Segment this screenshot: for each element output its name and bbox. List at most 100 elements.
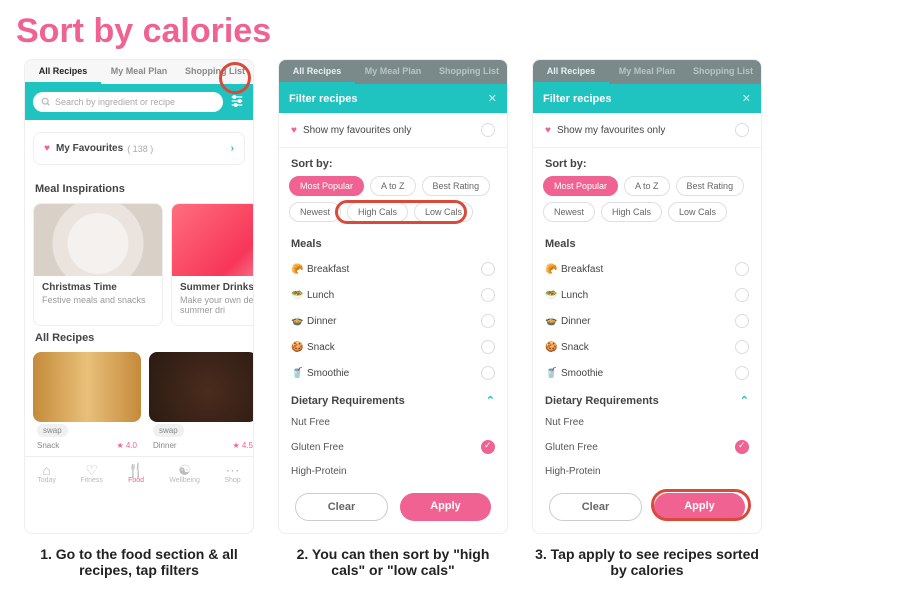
clear-button[interactable]: Clear <box>295 493 388 521</box>
nav-food[interactable]: 🍴Food <box>127 463 144 484</box>
meal-dinner[interactable]: 🍲Dinner <box>533 308 761 334</box>
chevron-right-icon: › <box>231 143 234 154</box>
meal-lunch[interactable]: 🥗Lunch <box>533 282 761 308</box>
meal-toggle[interactable] <box>481 366 495 380</box>
chip-newest[interactable]: Newest <box>543 202 595 222</box>
swap-badge[interactable]: swap <box>153 424 184 437</box>
show-favourites-only-row[interactable]: ♥ Show my favourites only <box>279 113 507 148</box>
meal-smoothie[interactable]: 🥤Smoothie <box>279 360 507 386</box>
card-subtitle: Make your own deli healthy summer dri <box>180 295 253 315</box>
chip-low-cals[interactable]: Low Cals <box>414 202 473 222</box>
recipe-rating: ★ 4.0 <box>116 441 137 450</box>
show-favourites-only-row[interactable]: ♥ Show my favourites only <box>533 113 761 148</box>
filter-footer: Clear Apply <box>533 483 761 533</box>
meal-toggle[interactable] <box>735 314 749 328</box>
diet-label: Nut Free <box>291 417 330 428</box>
meal-toggle[interactable] <box>481 288 495 302</box>
smoothie-icon: 🥤 <box>545 368 561 379</box>
snack-icon: 🍪 <box>545 342 561 353</box>
meal-toggle[interactable] <box>735 262 749 276</box>
fav-only-toggle[interactable] <box>735 123 749 137</box>
meal-breakfast[interactable]: 🥐Breakfast <box>279 256 507 282</box>
chip-a-to-z[interactable]: A to Z <box>370 176 416 196</box>
recipe-label: Snack <box>37 441 59 450</box>
fav-only-toggle[interactable] <box>481 123 495 137</box>
tab-shopping-list: Shopping List <box>685 60 761 84</box>
diet-gluten-free[interactable]: Gluten Free <box>533 434 761 460</box>
meal-toggle[interactable] <box>735 366 749 380</box>
chip-newest[interactable]: Newest <box>289 202 341 222</box>
meal-snack[interactable]: 🍪Snack <box>279 334 507 360</box>
meal-dinner[interactable]: 🍲Dinner <box>279 308 507 334</box>
chip-most-popular[interactable]: Most Popular <box>543 176 618 196</box>
sort-by-label: Sort by: <box>533 148 761 176</box>
dietary-header[interactable]: Dietary Requirements⌃ <box>533 386 761 411</box>
tab-meal-plan[interactable]: My Meal Plan <box>101 60 177 84</box>
nav-label: Wellbeing <box>169 477 200 484</box>
filters-button[interactable] <box>229 93 245 112</box>
tab-shopping-list: Shopping List <box>431 60 507 84</box>
nav-shop[interactable]: ⋯Shop <box>224 463 240 484</box>
meal-lunch[interactable]: 🥗Lunch <box>279 282 507 308</box>
diet-nut-free[interactable]: Nut Free <box>279 411 507 434</box>
diet-high-protein[interactable]: High-Protein <box>533 460 761 483</box>
nav-fitness[interactable]: ♡Fitness <box>80 463 103 484</box>
inspiration-card[interactable]: Summer Drinks Make your own deli healthy… <box>171 203 253 326</box>
apply-button[interactable]: Apply <box>400 493 491 521</box>
chip-a-to-z[interactable]: A to Z <box>624 176 670 196</box>
meal-toggle[interactable] <box>481 262 495 276</box>
recipe-image[interactable] <box>149 352 253 422</box>
meal-toggle[interactable] <box>735 288 749 302</box>
diet-gluten-free[interactable]: Gluten Free <box>279 434 507 460</box>
search-bar: Search by ingredient or recipe <box>25 84 253 120</box>
tab-shopping-list[interactable]: Shopping List <box>177 60 253 84</box>
inspiration-card[interactable]: Christmas Time Festive meals and snacks <box>33 203 163 326</box>
nav-today[interactable]: ⌂Today <box>37 463 56 484</box>
chip-most-popular[interactable]: Most Popular <box>289 176 364 196</box>
heart-icon: ♥ <box>44 143 50 154</box>
nav-wellbeing[interactable]: ☯Wellbeing <box>169 463 200 484</box>
tab-meal-plan: My Meal Plan <box>609 60 685 84</box>
dietary-label: Dietary Requirements <box>545 395 659 407</box>
filter-modal-header: Filter recipes ✕ <box>279 84 507 113</box>
recipe-image[interactable] <box>33 352 141 422</box>
my-favourites-row[interactable]: ♥ My Favourites ( 138 ) › <box>33 132 245 165</box>
chip-best-rating[interactable]: Best Rating <box>676 176 745 196</box>
close-icon[interactable]: ✕ <box>488 92 497 105</box>
diet-label: Gluten Free <box>545 442 598 453</box>
caption-3: 3. Tap apply to see recipes sorted by ca… <box>532 546 762 578</box>
meal-label: Smoothie <box>307 368 349 379</box>
diet-toggle[interactable] <box>481 440 495 454</box>
all-recipes-heading: All Recipes <box>25 326 253 352</box>
chevron-up-icon: ⌃ <box>486 394 495 407</box>
meal-toggle[interactable] <box>735 340 749 354</box>
caption-2: 2. You can then sort by "high cals" or "… <box>278 546 508 578</box>
swap-badge[interactable]: swap <box>37 424 68 437</box>
top-tabs-dimmed: All Recipes My Meal Plan Shopping List <box>279 60 507 84</box>
meal-toggle[interactable] <box>481 314 495 328</box>
chip-low-cals[interactable]: Low Cals <box>668 202 727 222</box>
meal-toggle[interactable] <box>481 340 495 354</box>
chip-high-cals[interactable]: High Cals <box>347 202 408 222</box>
close-icon[interactable]: ✕ <box>742 92 751 105</box>
meal-smoothie[interactable]: 🥤Smoothie <box>533 360 761 386</box>
tab-all-recipes[interactable]: All Recipes <box>25 60 101 84</box>
chip-high-cals[interactable]: High Cals <box>601 202 662 222</box>
lunch-icon: 🥗 <box>545 290 561 301</box>
sort-chips: Most Popular A to Z Best Rating Newest H… <box>533 176 761 228</box>
all-recipes-scroll[interactable]: swap Snack ★ 4.0 swap Dinner ★ 4.5 <box>25 352 253 452</box>
clear-button[interactable]: Clear <box>549 493 642 521</box>
search-icon <box>41 97 51 107</box>
meal-breakfast[interactable]: 🥐Breakfast <box>533 256 761 282</box>
diet-nut-free[interactable]: Nut Free <box>533 411 761 434</box>
diet-high-protein[interactable]: High-Protein <box>279 460 507 483</box>
apply-button[interactable]: Apply <box>654 493 745 521</box>
nav-label: Today <box>37 477 56 484</box>
diet-toggle[interactable] <box>735 440 749 454</box>
meal-snack[interactable]: 🍪Snack <box>533 334 761 360</box>
inspirations-scroll[interactable]: Christmas Time Festive meals and snacks … <box>25 203 253 326</box>
search-input[interactable]: Search by ingredient or recipe <box>33 92 223 112</box>
chip-best-rating[interactable]: Best Rating <box>422 176 491 196</box>
dietary-header[interactable]: Dietary Requirements⌃ <box>279 386 507 411</box>
top-tabs-dimmed: All Recipes My Meal Plan Shopping List <box>533 60 761 84</box>
